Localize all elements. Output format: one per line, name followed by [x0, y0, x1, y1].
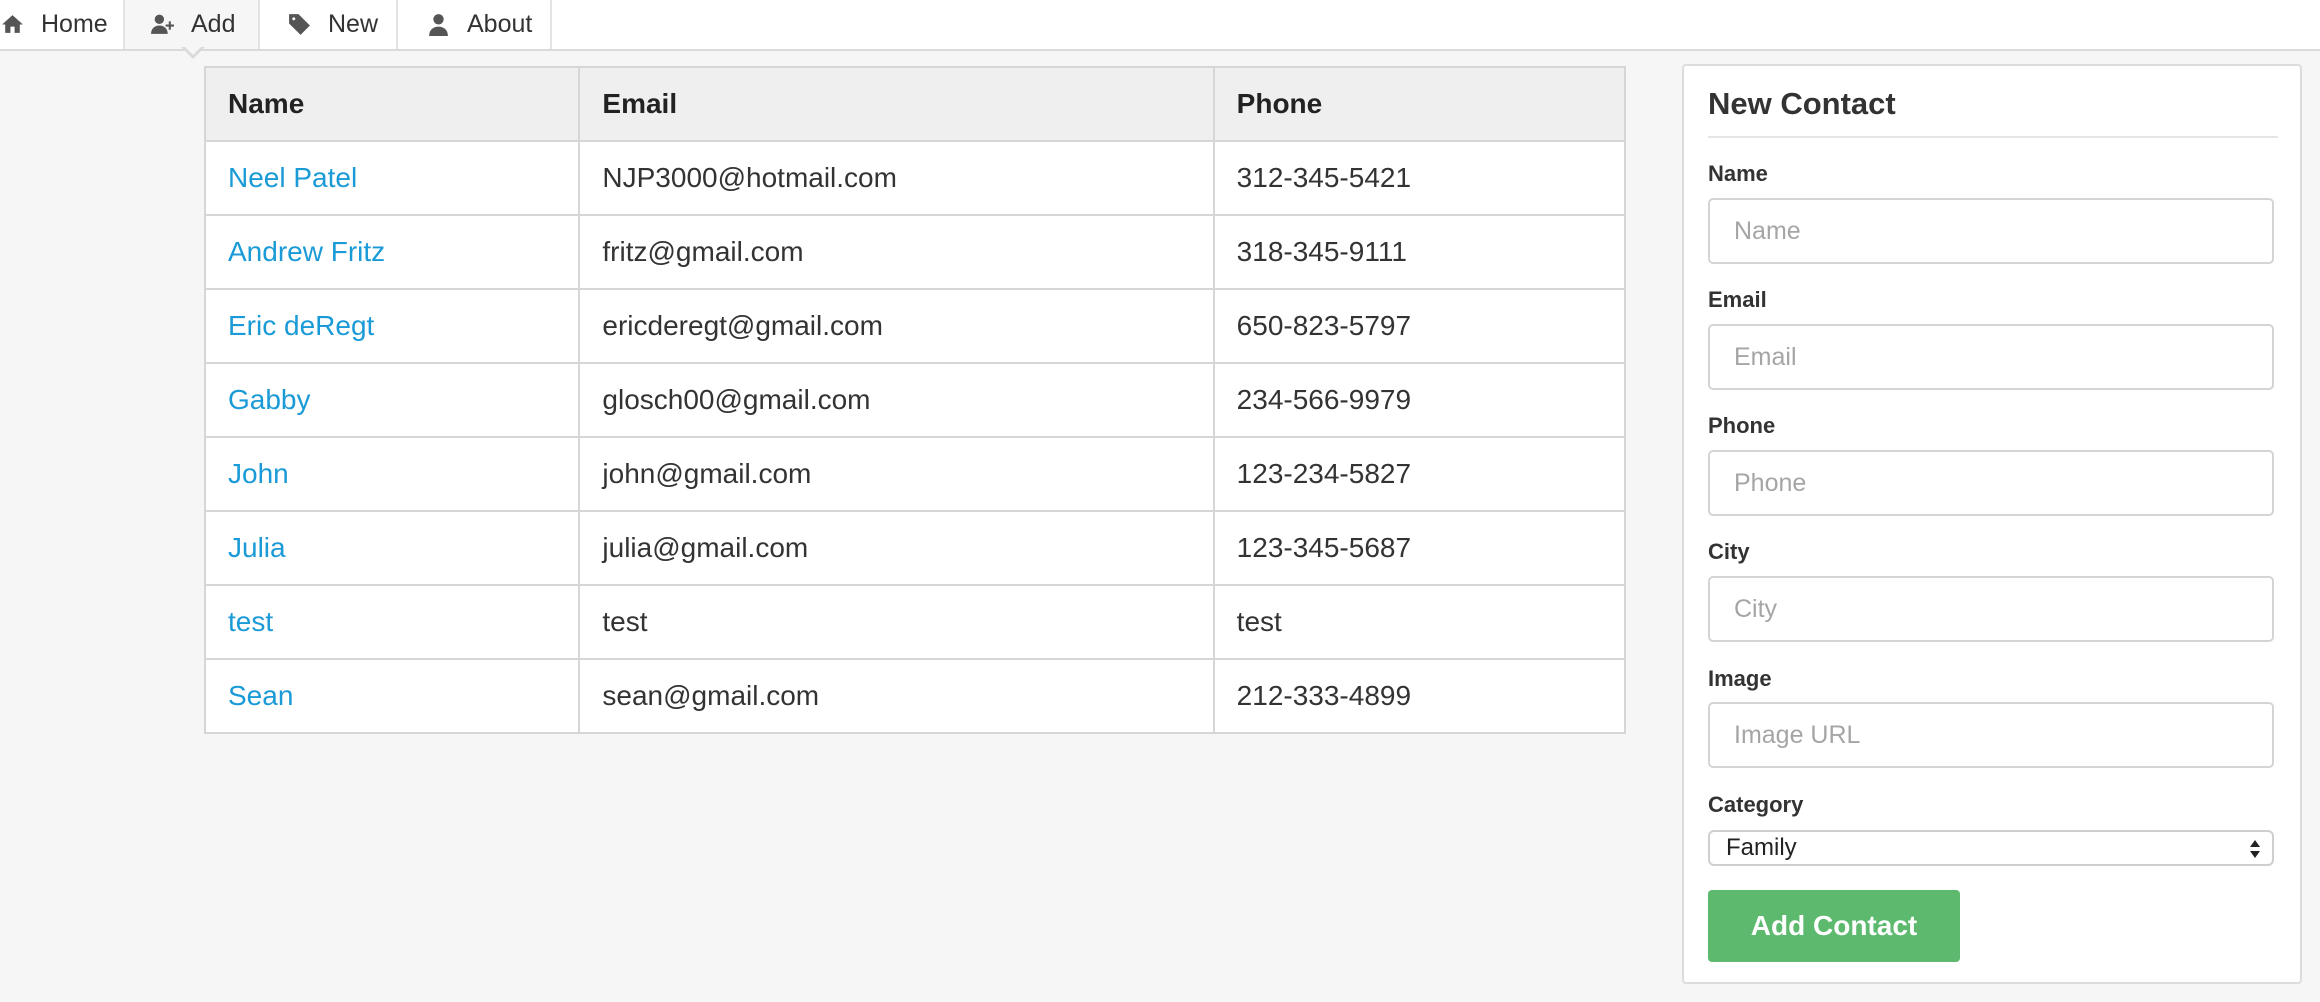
contact-email: glosch00@gmail.com [578, 362, 1215, 438]
contact-name-link[interactable]: Gabby [228, 384, 311, 415]
nav-item-about[interactable]: About [398, 0, 552, 49]
table-header-row: Name Email Phone [203, 66, 1627, 142]
form-title: New Contact [1708, 86, 2278, 138]
table-row: Neel Patel NJP3000@hotmail.com 312-345-5… [203, 140, 1627, 216]
contact-phone: 123-234-5827 [1212, 436, 1627, 512]
active-tab-caret [181, 45, 205, 59]
contact-phone: 318-345-9111 [1212, 214, 1627, 290]
contact-email: julia@gmail.com [578, 510, 1215, 586]
contact-email: sean@gmail.com [578, 658, 1215, 734]
nav-item-label: Add [191, 10, 236, 38]
nav-item-label: About [467, 10, 533, 38]
city-input[interactable] [1708, 576, 2274, 642]
contact-phone: 212-333-4899 [1212, 658, 1627, 734]
table-row: John john@gmail.com 123-234-5827 [203, 436, 1627, 512]
contact-email: ericderegt@gmail.com [578, 288, 1215, 364]
nav-item-label: New [328, 10, 379, 38]
contact-name-link[interactable]: Julia [228, 532, 286, 563]
table-row: Eric deRegt ericderegt@gmail.com 650-823… [203, 288, 1627, 364]
email-input[interactable] [1708, 324, 2274, 390]
contact-phone: 123-345-5687 [1212, 510, 1627, 586]
contact-phone: 650-823-5797 [1212, 288, 1627, 364]
column-header-email: Email [578, 66, 1215, 142]
select-arrows-icon [2250, 840, 2260, 858]
category-label: Category [1708, 792, 1804, 817]
top-navbar: Home Add New About [0, 0, 2320, 59]
nav-item-home[interactable]: Home [0, 0, 125, 49]
contact-name-link[interactable]: Sean [228, 680, 293, 711]
table-row: Sean sean@gmail.com 212-333-4899 [203, 658, 1627, 734]
city-label: City [1708, 539, 1750, 564]
name-input[interactable] [1708, 198, 2274, 264]
table-row: test test test [203, 584, 1627, 660]
category-selected-value: Family [1726, 834, 1797, 861]
phone-label: Phone [1708, 413, 1776, 438]
contact-email: fritz@gmail.com [578, 214, 1215, 290]
contact-phone: 234-566-9979 [1212, 362, 1627, 438]
add-contact-button[interactable]: Add Contact [1708, 890, 1960, 962]
contact-name-link[interactable]: Andrew Fritz [228, 236, 385, 267]
user-icon [429, 14, 448, 36]
contact-email: test [578, 584, 1215, 660]
nav-item-add[interactable]: Add [125, 0, 260, 49]
home-icon [2, 15, 23, 33]
email-label: Email [1708, 287, 1767, 312]
contact-email: john@gmail.com [578, 436, 1215, 512]
contact-name-link[interactable]: Neel Patel [228, 162, 357, 193]
add-user-icon [151, 14, 174, 34]
column-header-phone: Phone [1212, 66, 1627, 142]
tag-icon [289, 14, 310, 35]
contact-phone: 312-345-5421 [1212, 140, 1627, 216]
contact-name-link[interactable]: Eric deRegt [228, 310, 374, 341]
nav-item-new[interactable]: New [260, 0, 398, 49]
category-select[interactable]: Family [1708, 830, 2274, 866]
table-row: Gabby glosch00@gmail.com 234-566-9979 [203, 362, 1627, 438]
new-contact-form: New Contact Name Email Phone City Image … [1682, 64, 2302, 984]
contact-name-link[interactable]: test [228, 606, 273, 637]
image-label: Image [1708, 666, 1772, 691]
contact-email: NJP3000@hotmail.com [578, 140, 1215, 216]
image-url-input[interactable] [1708, 702, 2274, 768]
contacts-table: Name Email Phone Neel Patel NJP3000@hotm… [203, 66, 1627, 734]
name-label: Name [1708, 161, 1768, 186]
contact-phone: test [1212, 584, 1627, 660]
table-row: Julia julia@gmail.com 123-345-5687 [203, 510, 1627, 586]
phone-input[interactable] [1708, 450, 2274, 516]
table-row: Andrew Fritz fritz@gmail.com 318-345-911… [203, 214, 1627, 290]
nav-item-label: Home [41, 10, 108, 38]
contact-name-link[interactable]: John [228, 458, 289, 489]
column-header-name: Name [203, 66, 581, 142]
